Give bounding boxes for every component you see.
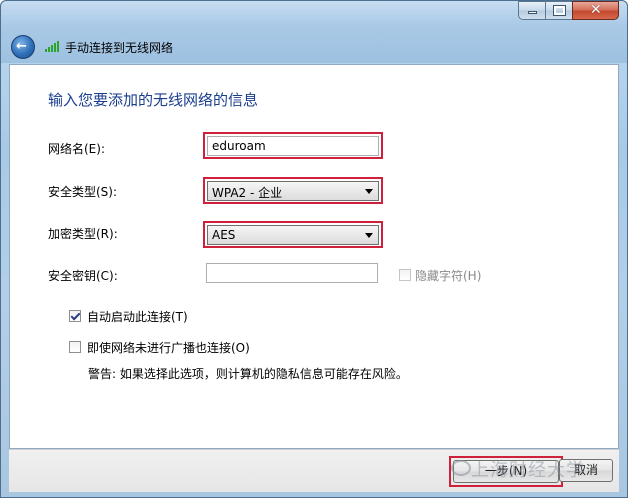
maximize-button[interactable] xyxy=(545,1,573,20)
close-button[interactable]: ✕ xyxy=(572,1,619,20)
auto-start-label: 自动启动此连接(T) xyxy=(87,310,188,324)
watermark: 上海财经大学 xyxy=(471,460,585,481)
encryption-type-value: AES xyxy=(212,228,236,242)
back-arrow-icon: ← xyxy=(16,39,27,54)
privacy-warning: 警告: 如果选择此选项，则计算机的隐私信息可能存在风险。 xyxy=(88,367,408,381)
close-icon: ✕ xyxy=(590,2,602,18)
security-type-select[interactable]: WPA2 - 企业 xyxy=(207,181,379,201)
security-type-value: WPA2 - 企业 xyxy=(212,186,283,200)
encryption-type-select[interactable]: AES xyxy=(207,225,379,245)
window-title: 手动连接到无线网络 xyxy=(65,41,174,55)
hide-chars-checkbox[interactable] xyxy=(399,269,411,281)
security-type-label: 安全类型(S): xyxy=(48,185,118,199)
hide-chars-label: 隐藏字符(H) xyxy=(415,269,482,283)
encryption-type-label: 加密类型(R): xyxy=(48,227,118,241)
minimize-icon xyxy=(528,11,537,14)
wizard-window: ✕ ← 手动连接到无线网络 输入您要添加的无线网络的信息 网络名(E): edu… xyxy=(0,0,628,498)
auto-start-checkbox[interactable] xyxy=(69,310,81,322)
network-name-label: 网络名(E): xyxy=(48,142,105,156)
wireless-signal-icon xyxy=(45,40,61,52)
maximize-icon xyxy=(553,5,566,16)
page-heading: 输入您要添加的无线网络的信息 xyxy=(48,91,259,109)
security-key-label: 安全密钥(C): xyxy=(48,269,118,283)
security-key-input[interactable] xyxy=(206,263,378,283)
wechat-icon xyxy=(451,460,471,476)
chevron-down-icon xyxy=(365,189,373,194)
title-bar: ✕ ← 手动连接到无线网络 xyxy=(1,1,627,63)
connect-hidden-label: 即使网络未进行广播也连接(O) xyxy=(87,341,250,355)
connect-hidden-checkbox[interactable] xyxy=(69,341,81,353)
minimize-button[interactable] xyxy=(518,1,546,20)
back-button[interactable]: ← xyxy=(11,35,35,59)
content-panel: 输入您要添加的无线网络的信息 网络名(E): eduroam 安全类型(S): … xyxy=(9,64,619,449)
network-name-input[interactable]: eduroam xyxy=(207,136,379,156)
chevron-down-icon xyxy=(365,233,373,238)
